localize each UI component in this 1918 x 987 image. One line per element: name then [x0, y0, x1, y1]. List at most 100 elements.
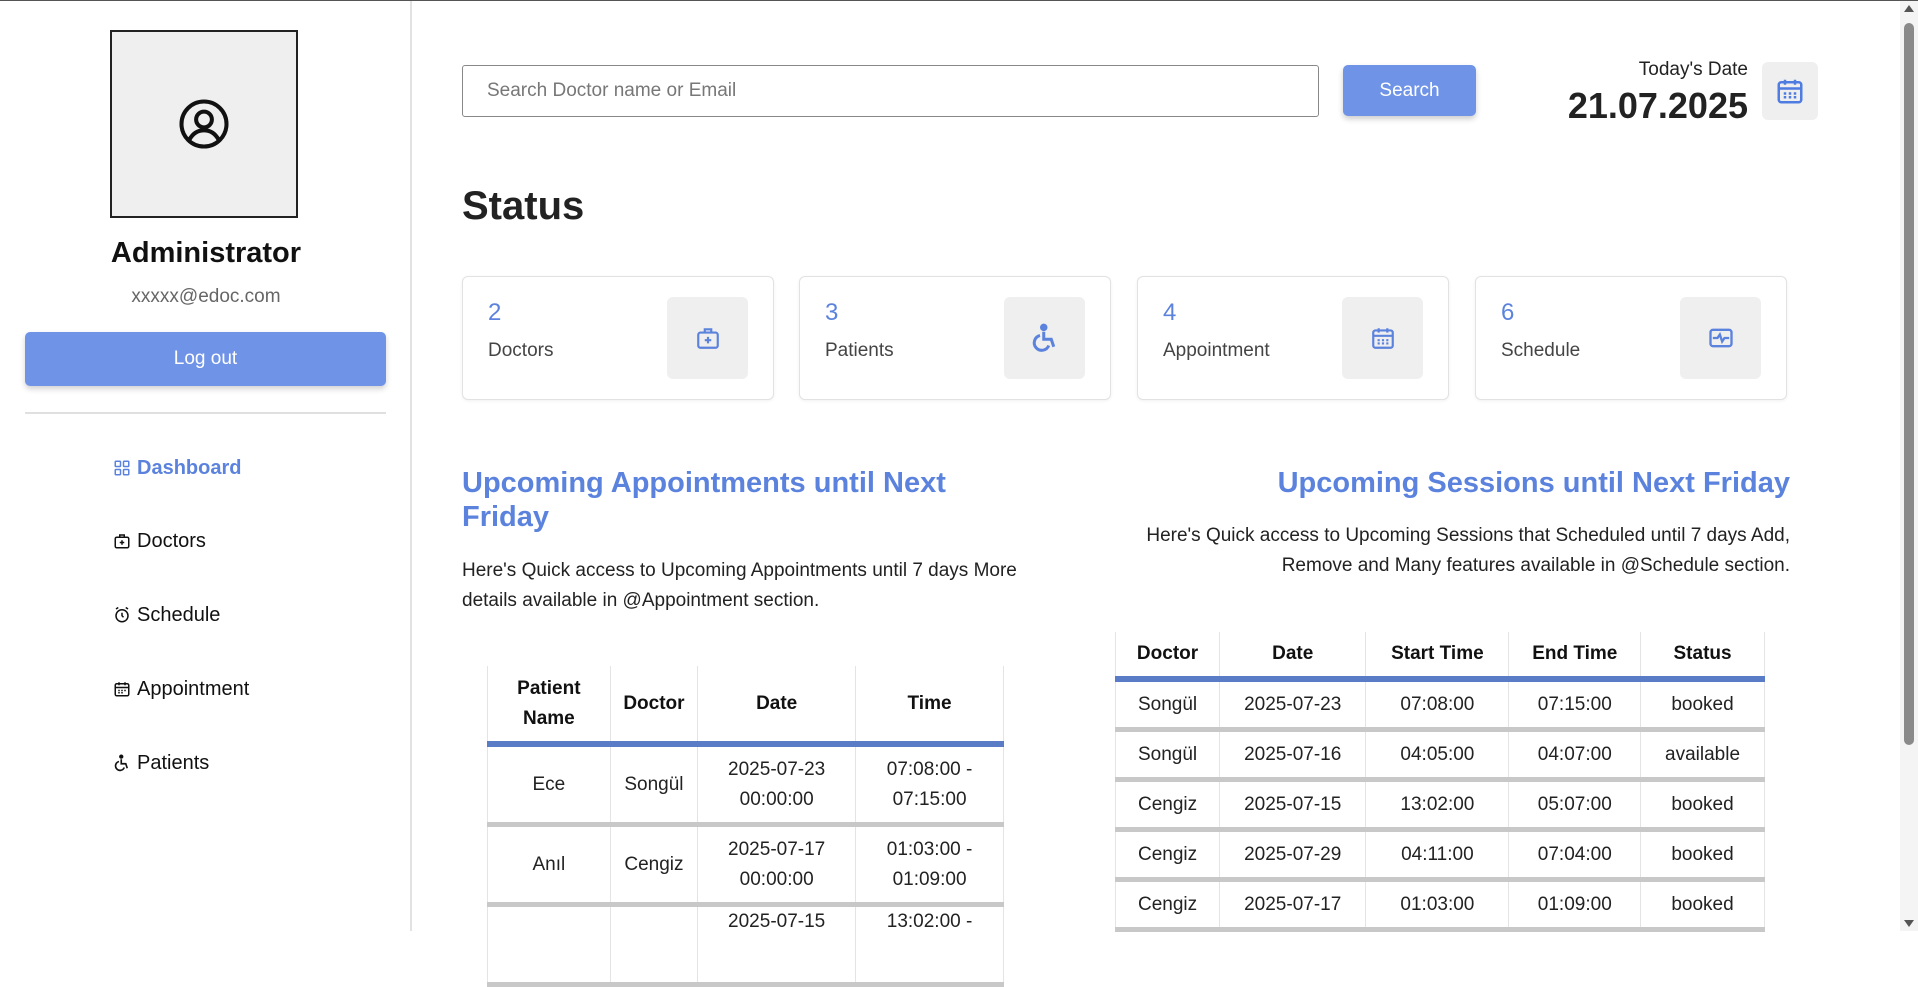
appointments-description: Here's Quick access to Upcoming Appointm… [462, 560, 1017, 611]
sidebar-divider [25, 412, 386, 414]
table-cell: Cengiz [1114, 779, 1221, 832]
column-header: Doctor [1114, 632, 1221, 682]
card-icon-box [667, 297, 748, 379]
appointments-title: Upcoming Appointments until Next Friday [462, 467, 946, 533]
sidebar-item-label: Appointment [137, 677, 250, 700]
table-row[interactable]: Anıl Cengiz 2025-07-17 00:00:00 01:03:00… [487, 824, 1004, 907]
table-cell: 07:08:00 [1365, 679, 1510, 732]
table-cell [609, 904, 699, 987]
sidebar: Administrator xxxxx@edoc.com Log out Das… [0, 1, 412, 931]
column-header: Doctor [609, 666, 699, 747]
table-cell: 2025-07-17 [1219, 879, 1367, 932]
table-row[interactable]: Cengiz 2025-07-15 13:02:00 05:07:00 book… [1114, 779, 1765, 832]
scroll-down-arrow-icon[interactable] [1904, 920, 1914, 927]
column-header: Date [1219, 632, 1367, 682]
card-value: 4 [1163, 299, 1177, 326]
sidebar-item-patients[interactable]: Patients [113, 745, 209, 781]
logout-button[interactable]: Log out [25, 332, 386, 386]
alarm-clock-icon [115, 606, 129, 623]
calendar-icon [114, 682, 130, 697]
avatar [110, 30, 298, 218]
wheelchair-icon [114, 754, 129, 772]
table-cell: 04:07:00 [1508, 729, 1642, 782]
search-button[interactable]: Search [1343, 65, 1476, 116]
medical-bag-icon [696, 328, 719, 349]
table-cell: 2025-07-15 [697, 904, 857, 987]
table-row[interactable]: 2025-07-15 13:02:00 - [487, 904, 1004, 987]
appointments-table: Patient Name Doctor Date Time Ece Songül… [487, 666, 1004, 987]
table-cell: booked [1640, 829, 1765, 882]
search-input[interactable] [462, 65, 1319, 117]
table-cell: 07:15:00 [1508, 679, 1642, 732]
scroll-up-arrow-icon[interactable] [1904, 5, 1914, 12]
scrollbar-thumb[interactable] [1904, 23, 1914, 745]
card-icon-box [1680, 297, 1761, 379]
dashboard-icon [114, 460, 130, 476]
table-cell: Ece [487, 744, 611, 827]
table-cell [487, 904, 611, 987]
wheelchair-icon [1032, 323, 1055, 352]
sessions-description: Here's Quick access to Upcoming Sessions… [1146, 525, 1790, 576]
table-cell: 2025-07-23 00:00:00 [697, 744, 857, 827]
table-row[interactable]: Songül 2025-07-23 07:08:00 07:15:00 book… [1114, 679, 1765, 732]
sidebar-item-label: Dashboard [137, 456, 242, 479]
column-header: Start Time [1365, 632, 1510, 682]
table-cell: Songül [1114, 729, 1221, 782]
table-row[interactable]: Songül 2025-07-16 04:05:00 04:07:00 avai… [1114, 729, 1765, 782]
table-cell: 05:07:00 [1508, 779, 1642, 832]
sidebar-item-schedule[interactable]: Schedule [113, 597, 220, 633]
page-scrollbar[interactable] [1900, 1, 1918, 931]
card-label: Doctors [488, 340, 554, 361]
card-value: 6 [1501, 299, 1515, 326]
status-title: Status [462, 184, 585, 228]
doctor-icon [114, 534, 130, 549]
status-card-doctors: 2 Doctors [462, 276, 774, 400]
today-label: Today's Date [1638, 59, 1748, 80]
sidebar-item-label: Patients [137, 751, 210, 774]
table-cell: 04:05:00 [1365, 729, 1510, 782]
table-cell: 2025-07-29 [1219, 829, 1367, 882]
admin-name: Administrator [110, 237, 302, 269]
sessions-table: Doctor Date Start Time End Time Status S… [1114, 632, 1765, 932]
table-cell: Cengiz [609, 824, 699, 907]
status-card-appointment: 4 Appointment [1137, 276, 1449, 400]
column-header: End Time [1508, 632, 1642, 682]
table-row[interactable]: Ece Songül 2025-07-23 00:00:00 07:08:00 … [487, 744, 1004, 827]
sidebar-item-dashboard[interactable]: Dashboard [113, 450, 241, 486]
table-cell: available [1640, 729, 1765, 782]
table-cell: booked [1640, 879, 1765, 932]
card-label: Appointment [1163, 340, 1270, 361]
card-value: 3 [825, 299, 839, 326]
column-header: Date [697, 666, 857, 747]
card-label: Schedule [1501, 340, 1581, 361]
table-cell: 01:09:00 [1508, 879, 1642, 932]
card-icon-box [1004, 297, 1085, 379]
sidebar-item-label: Schedule [137, 603, 221, 626]
calendar-icon [1777, 79, 1803, 104]
table-header-row: Doctor Date Start Time End Time Status [1114, 632, 1765, 682]
calendar-button[interactable] [1762, 62, 1818, 120]
today-date: 21.07.2025 [1567, 85, 1748, 126]
table-cell: booked [1640, 779, 1765, 832]
card-label: Patients [825, 340, 894, 361]
sidebar-item-doctors[interactable]: Doctors [113, 523, 206, 559]
table-cell: 13:02:00 - [855, 904, 1004, 987]
column-header: Time [855, 666, 1004, 747]
table-cell: 2025-07-15 [1219, 779, 1367, 832]
table-cell: 01:03:00 - 01:09:00 [855, 824, 1004, 907]
sidebar-item-appointment[interactable]: Appointment [113, 671, 249, 707]
column-header: Status [1640, 632, 1765, 682]
table-cell: 13:02:00 [1365, 779, 1510, 832]
table-cell: 07:08:00 - 07:15:00 [855, 744, 1004, 827]
table-row[interactable]: Cengiz 2025-07-17 01:03:00 01:09:00 book… [1114, 879, 1765, 932]
card-value: 2 [488, 299, 502, 326]
table-cell: 2025-07-23 [1219, 679, 1367, 732]
table-cell: Cengiz [1114, 879, 1221, 932]
sessions-title: Upcoming Sessions until Next Friday [1277, 467, 1790, 499]
table-row[interactable]: Cengiz 2025-07-29 04:11:00 07:04:00 book… [1114, 829, 1765, 882]
table-header-row: Patient Name Doctor Date Time [487, 666, 1004, 747]
table-cell: 2025-07-17 00:00:00 [697, 824, 857, 907]
table-cell: Songül [609, 744, 699, 827]
column-header: Patient Name [487, 666, 611, 747]
calendar-icon [1371, 328, 1394, 349]
